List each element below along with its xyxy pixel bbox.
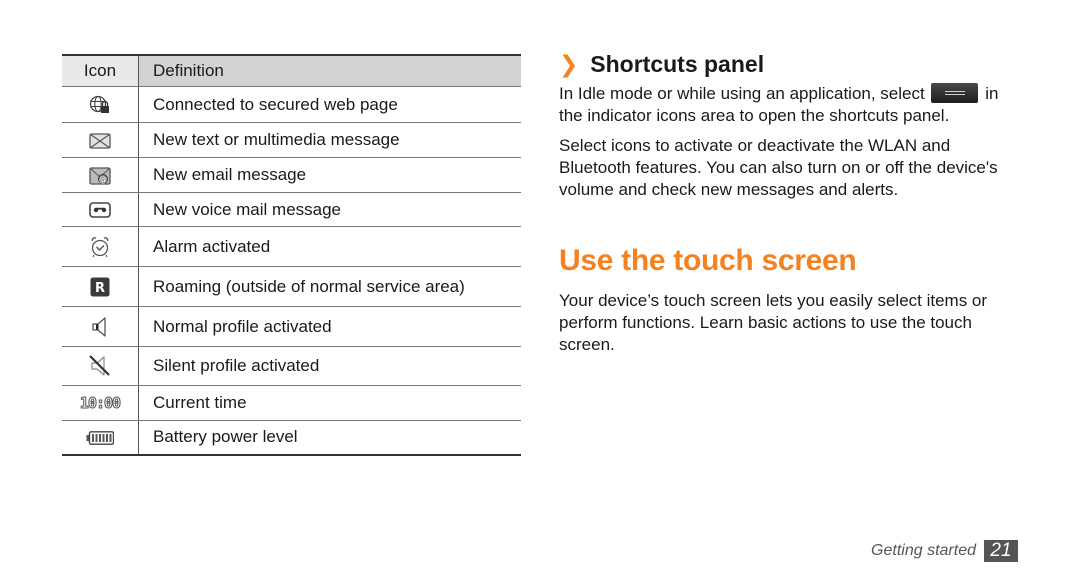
row-definition: New voice mail message bbox=[138, 192, 521, 227]
table-row: @ New email message bbox=[62, 157, 521, 193]
footer-section-label: Getting started bbox=[871, 542, 976, 559]
row-definition: Alarm activated bbox=[138, 226, 521, 267]
shortcuts-heading: ❯ Shortcuts panel bbox=[559, 48, 1019, 80]
row-definition: Connected to secured web page bbox=[138, 86, 521, 123]
table-row: 10:00 Current time bbox=[62, 385, 521, 421]
section-title: Use the touch screen bbox=[559, 244, 857, 277]
row-definition: Current time bbox=[138, 385, 521, 421]
alarm-clock-icon bbox=[91, 236, 109, 257]
speaker-icon bbox=[92, 316, 106, 337]
row-definition: Battery power level bbox=[153, 427, 298, 447]
table-row: R Roaming (outside of normal service are… bbox=[62, 266, 521, 307]
shortcuts-paragraph-1: In Idle mode or while using an applicati… bbox=[559, 83, 1019, 127]
chevron-right-icon: ❯ bbox=[559, 51, 579, 77]
header-icon: Icon bbox=[62, 55, 139, 87]
page-footer: Getting started 21 bbox=[871, 540, 1018, 562]
envelope-icon bbox=[89, 132, 111, 149]
table-row: Connected to secured web page bbox=[62, 86, 521, 123]
shortcuts-heading-text: Shortcuts panel bbox=[590, 51, 765, 77]
table-row: New voice mail message bbox=[62, 192, 521, 227]
table-row: Normal profile activated bbox=[62, 306, 521, 347]
roaming-r-icon: R bbox=[90, 277, 110, 297]
table-header-row: Icon Definition bbox=[62, 55, 521, 87]
touch-paragraph: Your device’s touch screen lets you easi… bbox=[559, 291, 988, 354]
email-at-envelope-icon: @ bbox=[89, 166, 111, 185]
icon-definition-table: Icon Definition Connected to secured web… bbox=[62, 54, 521, 456]
battery-icon bbox=[86, 430, 114, 445]
indicator-bar-button-icon bbox=[931, 83, 979, 103]
clock-digits-icon: 10:00 bbox=[79, 394, 121, 413]
row-definition: Roaming (outside of normal service area) bbox=[138, 266, 521, 307]
table-row: Alarm activated bbox=[62, 226, 521, 267]
page-number: 21 bbox=[984, 540, 1018, 562]
table-row: Battery power level bbox=[62, 420, 521, 455]
speaker-muted-icon bbox=[89, 355, 110, 376]
voicemail-icon bbox=[89, 202, 111, 218]
table-row: New text or multimedia message bbox=[62, 122, 521, 158]
row-definition: Normal profile activated bbox=[138, 306, 521, 347]
table-row: Silent profile activated bbox=[62, 346, 521, 386]
shortcuts-paragraph-2: Select icons to activate or deactivate t… bbox=[559, 136, 998, 199]
right-column: ❯ Shortcuts panel In Idle mode or while u… bbox=[559, 48, 1019, 356]
para1-before: In Idle mode or while using an applicati… bbox=[559, 84, 925, 103]
header-definition: Definition bbox=[138, 55, 521, 87]
secured-web-globe-icon bbox=[89, 95, 109, 113]
row-definition: New text or multimedia message bbox=[138, 122, 521, 158]
svg-text:@: @ bbox=[99, 175, 107, 184]
svg-text:R: R bbox=[95, 281, 105, 296]
row-definition: New email message bbox=[138, 157, 521, 193]
row-definition: Silent profile activated bbox=[138, 346, 521, 386]
